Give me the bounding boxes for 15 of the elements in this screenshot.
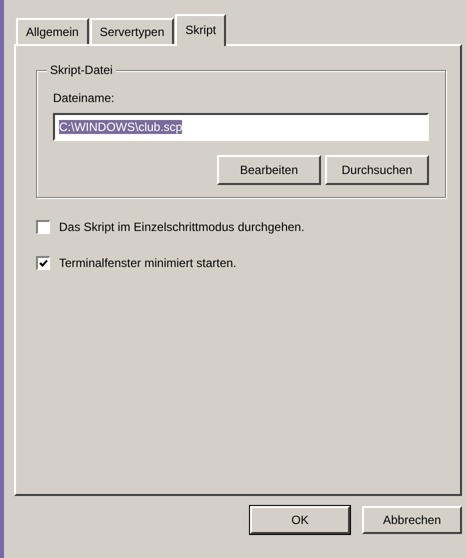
tab[interactable]: Skript [175, 14, 226, 46]
button[interactable]: Abbrechen [362, 506, 462, 534]
checkbox[interactable] [36, 220, 50, 234]
group-title: Skript-Datei [47, 63, 116, 77]
tab[interactable]: Allgemein [16, 18, 89, 44]
button[interactable]: Bearbeiten [217, 155, 321, 185]
checkbox-label[interactable]: Das Skript im Einzelschrittmodus durchgehen. [59, 220, 304, 234]
tab[interactable]: Servertypen [90, 18, 174, 44]
field-value: C:\WINDOWS\club.scp [59, 120, 182, 134]
checkbox-label[interactable]: Terminalfenster minimiert starten. [59, 256, 236, 270]
button[interactable]: OK [250, 506, 350, 534]
input-field[interactable]: C:\WINDOWS\club.scp [53, 113, 429, 141]
button[interactable]: Durchsuchen [325, 155, 429, 185]
field-label: Dateiname: [53, 91, 116, 105]
checkbox[interactable] [36, 256, 50, 270]
